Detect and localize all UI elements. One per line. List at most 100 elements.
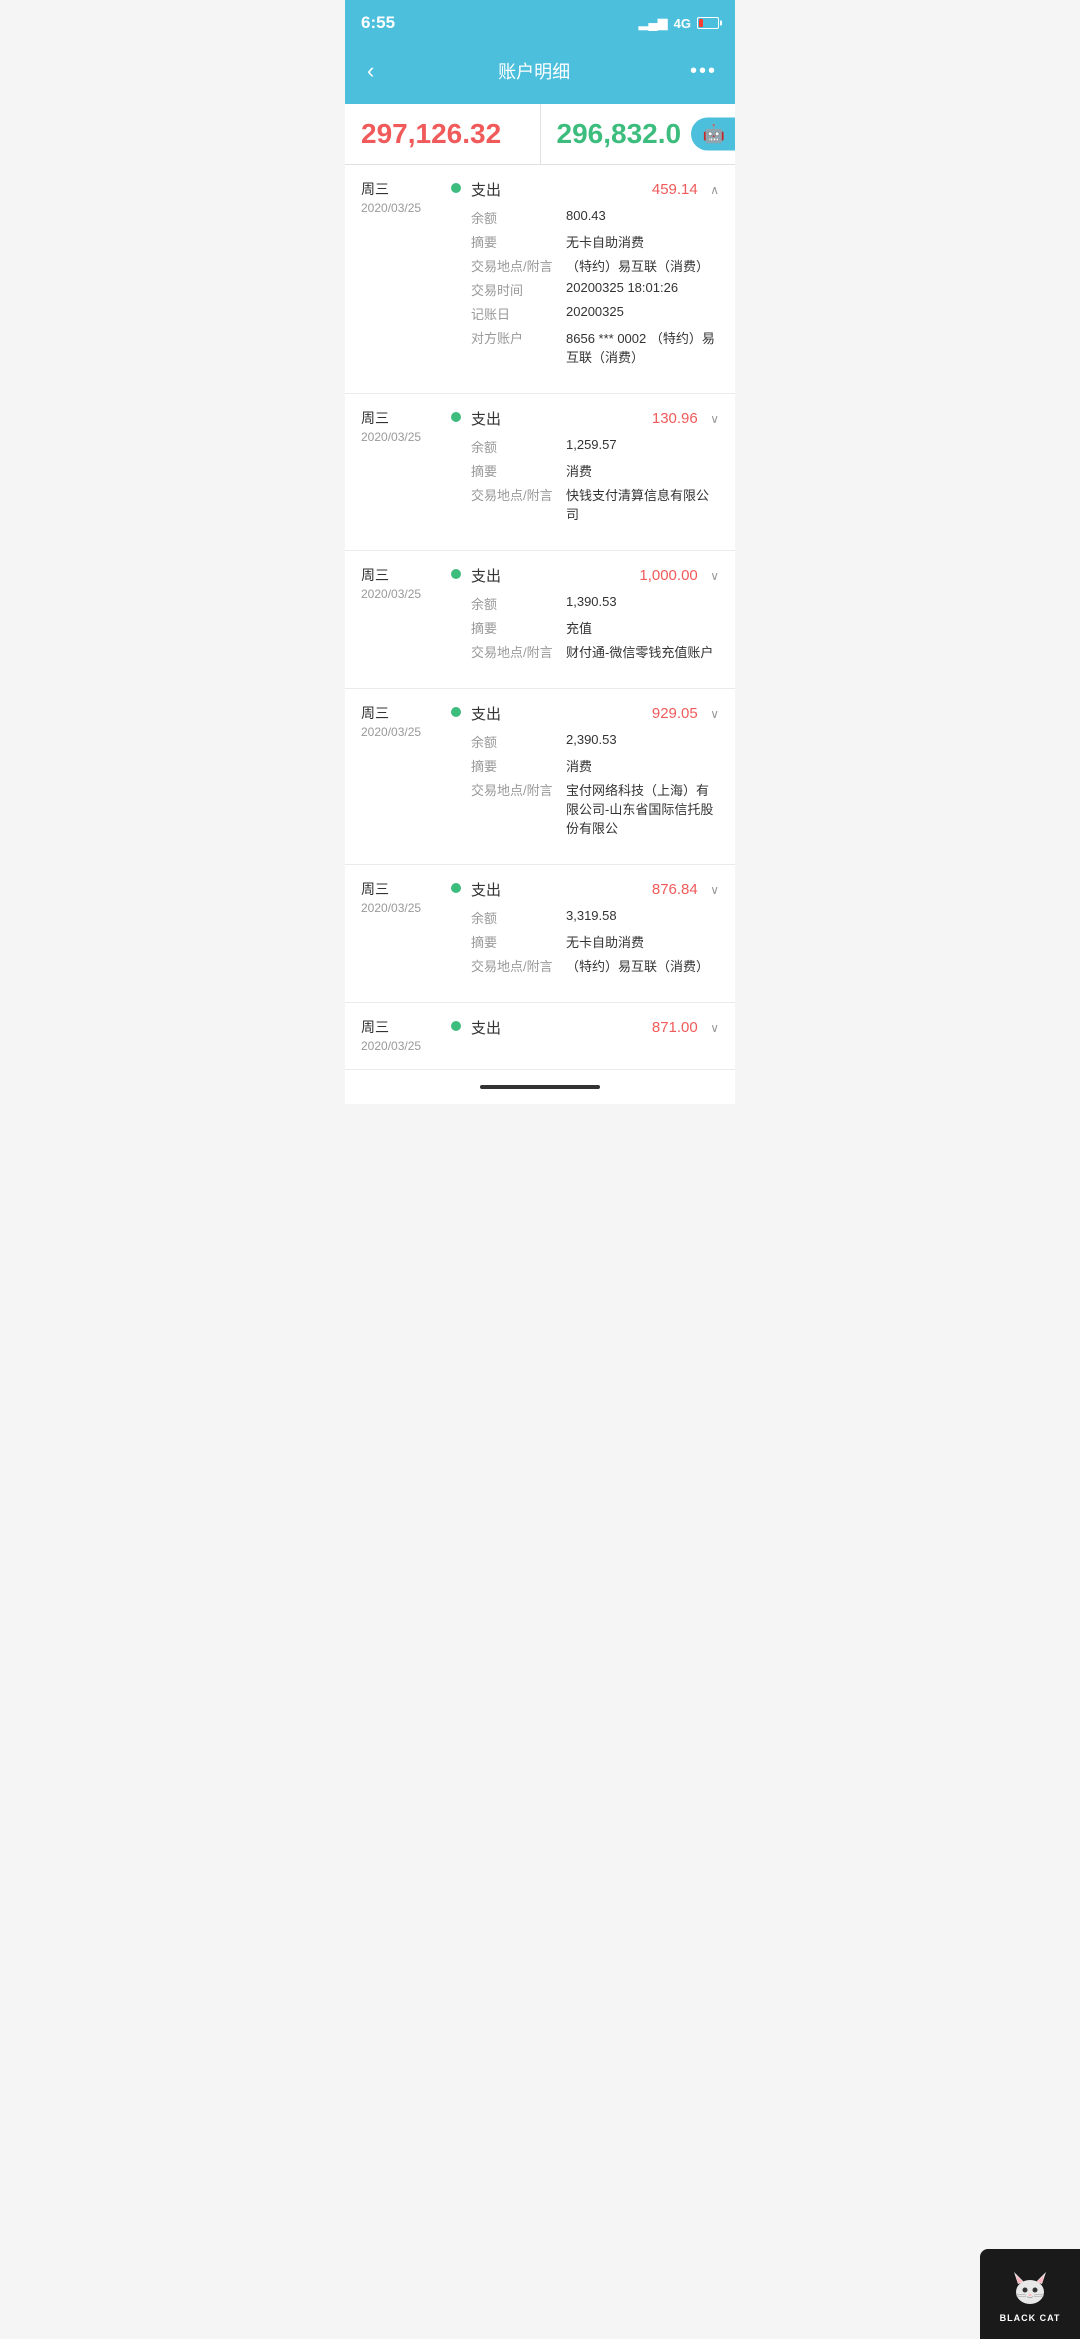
partial-tx-row[interactable]: 支出 871.00 ∨ bbox=[471, 1017, 719, 1038]
tx-amount-3: 929.05 bbox=[652, 705, 698, 722]
transaction-item-4: 周三 2020/03/25 支出 876.84 ∨ 余额 3,319.58 bbox=[345, 865, 735, 1003]
detail-value: 1,259.57 bbox=[566, 437, 719, 452]
transaction-header-4: 周三 2020/03/25 支出 876.84 ∨ 余额 3,319.58 bbox=[361, 879, 719, 980]
chevron-icon-0: ∧ bbox=[710, 183, 719, 197]
more-button[interactable]: ••• bbox=[690, 60, 717, 83]
tx-main-3: 支出 929.05 ∨ 余额 2,390.53 摘要 消费 bbox=[471, 703, 719, 842]
balance-row: 297,126.32 296,832.0 🤖 bbox=[345, 104, 735, 165]
black-cat-watermark: BLACK CAT bbox=[980, 2249, 1080, 2339]
detail-value: 财付通-微信零钱充值账户 bbox=[566, 642, 719, 661]
detail-label: 余额 bbox=[471, 208, 566, 227]
tx-main-4: 支出 876.84 ∨ 余额 3,319.58 摘要 无卡自助消费 bbox=[471, 879, 719, 980]
detail-value: 20200325 bbox=[566, 304, 719, 319]
date-label-4: 2020/03/25 bbox=[361, 901, 451, 915]
partial-tx-type: 支出 bbox=[471, 1017, 501, 1038]
tx-type-3: 支出 bbox=[471, 703, 501, 724]
partial-date-block: 周三 2020/03/25 bbox=[361, 1017, 451, 1053]
detail-value: 1,390.53 bbox=[566, 594, 719, 609]
transaction-header-3: 周三 2020/03/25 支出 929.05 ∨ 余额 2,390.53 bbox=[361, 703, 719, 842]
tx-top-row-4[interactable]: 支出 876.84 ∨ bbox=[471, 879, 719, 900]
detail-row: 余额 1,259.57 bbox=[471, 437, 719, 456]
date-block-4: 周三 2020/03/25 bbox=[361, 879, 451, 915]
detail-row: 摘要 无卡自助消费 bbox=[471, 932, 719, 951]
chevron-icon-3: ∨ bbox=[710, 707, 719, 721]
tx-top-row-2[interactable]: 支出 1,000.00 ∨ bbox=[471, 565, 719, 586]
date-block-0: 周三 2020/03/25 bbox=[361, 179, 451, 215]
tx-amount-2: 1,000.00 bbox=[639, 567, 697, 584]
detail-row: 交易地点/附言 （特约）易互联（消费） bbox=[471, 956, 719, 975]
detail-label: 交易地点/附言 bbox=[471, 780, 566, 799]
detail-value: 8656 *** 0002 （特约）易互联（消费） bbox=[566, 328, 719, 366]
back-button[interactable]: ‹ bbox=[363, 54, 378, 88]
detail-value: 消费 bbox=[566, 756, 719, 775]
detail-label: 摘要 bbox=[471, 756, 566, 775]
cat-svg bbox=[1008, 2268, 1052, 2308]
signal-icon: ▂▄▆ bbox=[638, 15, 667, 31]
detail-value: 3,319.58 bbox=[566, 908, 719, 923]
dot-indicator-0 bbox=[451, 183, 461, 193]
partial-tx-amount: 871.00 bbox=[652, 1019, 698, 1036]
tx-top-row-0[interactable]: 支出 459.14 ∧ bbox=[471, 179, 719, 200]
transaction-item-1: 周三 2020/03/25 支出 130.96 ∨ 余额 1,259.57 bbox=[345, 394, 735, 551]
balance-amount-green: 296,832.0 bbox=[557, 118, 682, 149]
detail-row: 摘要 消费 bbox=[471, 461, 719, 480]
robot-icon: 🤖 bbox=[703, 124, 725, 145]
detail-row: 交易时间 20200325 18:01:26 bbox=[471, 280, 719, 299]
transaction-list: 周三 2020/03/25 支出 459.14 ∧ 余额 800.43 bbox=[345, 165, 735, 1070]
dot-indicator-1 bbox=[451, 412, 461, 422]
transaction-item-0: 周三 2020/03/25 支出 459.14 ∧ 余额 800.43 bbox=[345, 165, 735, 394]
detail-row: 交易地点/附言 （特约）易互联（消费） bbox=[471, 256, 719, 275]
dot-indicator-3 bbox=[451, 707, 461, 717]
partial-header: 周三 2020/03/25 支出 871.00 ∨ bbox=[361, 1017, 719, 1053]
transaction-header-0: 周三 2020/03/25 支出 459.14 ∧ 余额 800.43 bbox=[361, 179, 719, 371]
detail-row: 交易地点/附言 宝付网络科技（上海）有限公司-山东省国际信托股份有限公 bbox=[471, 780, 719, 837]
date-block-3: 周三 2020/03/25 bbox=[361, 703, 451, 739]
detail-label: 交易时间 bbox=[471, 280, 566, 299]
detail-label: 余额 bbox=[471, 437, 566, 456]
detail-row: 余额 2,390.53 bbox=[471, 732, 719, 751]
detail-row: 记账日 20200325 bbox=[471, 304, 719, 323]
status-bar: 6:55 ▂▄▆ 4G bbox=[345, 0, 735, 44]
detail-value: 无卡自助消费 bbox=[566, 932, 719, 951]
tx-main-1: 支出 130.96 ∨ 余额 1,259.57 摘要 消费 bbox=[471, 408, 719, 528]
day-label-1: 周三 bbox=[361, 408, 451, 428]
detail-row: 交易地点/附言 财付通-微信零钱充值账户 bbox=[471, 642, 719, 661]
date-label-0: 2020/03/25 bbox=[361, 201, 451, 215]
detail-row: 余额 800.43 bbox=[471, 208, 719, 227]
transaction-item-3: 周三 2020/03/25 支出 929.05 ∨ 余额 2,390.53 bbox=[345, 689, 735, 865]
detail-rows-3: 余额 2,390.53 摘要 消费 交易地点/附言 宝付网络科技（上海）有限公司… bbox=[471, 732, 719, 837]
status-time: 6:55 bbox=[361, 13, 395, 33]
robot-button[interactable]: 🤖 bbox=[691, 118, 735, 151]
detail-row: 余额 3,319.58 bbox=[471, 908, 719, 927]
detail-value: 2,390.53 bbox=[566, 732, 719, 747]
tx-type-4: 支出 bbox=[471, 879, 501, 900]
tx-amount-0: 459.14 bbox=[652, 181, 698, 198]
date-block-1: 周三 2020/03/25 bbox=[361, 408, 451, 444]
partial-day: 周三 bbox=[361, 1017, 451, 1037]
tx-top-row-1[interactable]: 支出 130.96 ∨ bbox=[471, 408, 719, 429]
tx-amount-1: 130.96 bbox=[652, 410, 698, 427]
detail-value: 快钱支付清算信息有限公司 bbox=[566, 485, 719, 523]
detail-rows-2: 余额 1,390.53 摘要 充值 交易地点/附言 财付通-微信零钱充值账户 bbox=[471, 594, 719, 661]
day-label-4: 周三 bbox=[361, 879, 451, 899]
tx-type-2: 支出 bbox=[471, 565, 501, 586]
detail-label: 摘要 bbox=[471, 932, 566, 951]
detail-row: 余额 1,390.53 bbox=[471, 594, 719, 613]
detail-row: 摘要 无卡自助消费 bbox=[471, 232, 719, 251]
home-indicator bbox=[480, 1085, 600, 1089]
dot-indicator-2 bbox=[451, 569, 461, 579]
date-label-2: 2020/03/25 bbox=[361, 587, 451, 601]
tx-type-0: 支出 bbox=[471, 179, 501, 200]
tx-top-row-3[interactable]: 支出 929.05 ∨ bbox=[471, 703, 719, 724]
status-icons: ▂▄▆ 4G bbox=[638, 15, 719, 31]
detail-row: 摘要 充值 bbox=[471, 618, 719, 637]
day-label-3: 周三 bbox=[361, 703, 451, 723]
header: ‹ 账户明细 ••• bbox=[345, 44, 735, 104]
detail-value: 无卡自助消费 bbox=[566, 232, 719, 251]
detail-label: 交易地点/附言 bbox=[471, 256, 566, 275]
transaction-item-2: 周三 2020/03/25 支出 1,000.00 ∨ 余额 1,390.53 bbox=[345, 551, 735, 689]
detail-value: 宝付网络科技（上海）有限公司-山东省国际信托股份有限公 bbox=[566, 780, 719, 837]
partial-tx-main: 支出 871.00 ∨ bbox=[471, 1017, 719, 1038]
partial-chevron: ∨ bbox=[710, 1021, 719, 1035]
detail-value: 充值 bbox=[566, 618, 719, 637]
